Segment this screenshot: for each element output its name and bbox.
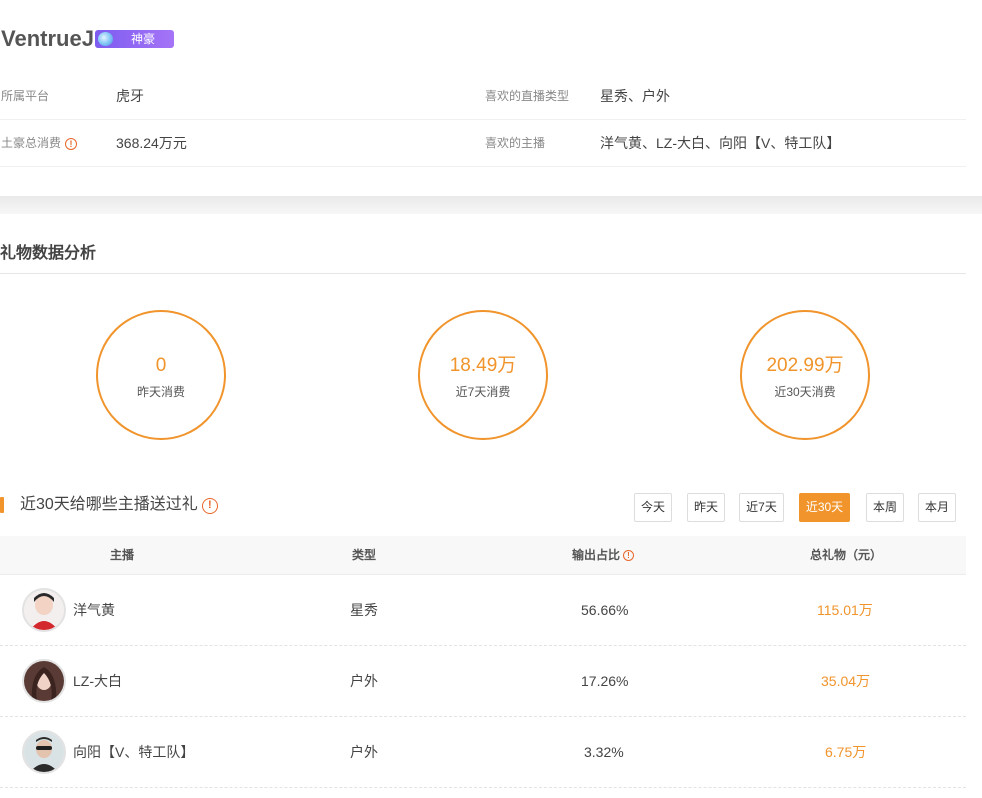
gift-list-title: 近30天给哪些主播送过礼 xyxy=(20,496,198,513)
section-marker xyxy=(0,497,4,513)
anchor-type: 星秀 xyxy=(350,602,378,618)
table-row[interactable]: LZ-大白 户外 17.26% 35.04万 xyxy=(0,646,966,717)
anchor-name[interactable]: LZ-大白 xyxy=(73,646,122,717)
col-share: 输出占比 xyxy=(572,548,621,562)
analysis-title: 礼物数据分析 xyxy=(0,245,97,262)
stat-value: 202.99万 xyxy=(766,355,844,376)
info-row-platform: 所属平台 虎牙 喜欢的直播类型 星秀、户外 xyxy=(0,73,966,120)
platform-value: 虎牙 xyxy=(116,88,144,104)
anchor-share: 17.26% xyxy=(581,673,629,689)
stat-value: 0 xyxy=(155,355,167,376)
anchor-total: 35.04万 xyxy=(821,673,871,689)
avatar[interactable] xyxy=(22,730,66,774)
fav-anchor-label: 喜欢的主播 xyxy=(485,136,546,150)
filter-30days[interactable]: 近30天 xyxy=(799,493,850,522)
table-row[interactable]: 向阳【V、特工队】 户外 3.32% 6.75万 xyxy=(0,717,966,788)
spend-value: 368.24万元 xyxy=(116,135,187,151)
profile-card: VentrueJ 神豪 所属平台 虎牙 喜欢的直播类型 星秀、户外 土豪总消费!… xyxy=(0,0,982,196)
fav-anchor-value: 洋气黄、LZ-大白、向阳【V、特工队】 xyxy=(600,135,841,151)
fav-type-value: 星秀、户外 xyxy=(600,88,670,104)
filter-7days[interactable]: 近7天 xyxy=(739,493,784,522)
gem-icon xyxy=(98,32,113,46)
anchor-type: 户外 xyxy=(350,744,378,760)
stat-yesterday: 0 昨天消费 xyxy=(96,310,226,440)
anchor-name[interactable]: 向阳【V、特工队】 xyxy=(73,717,194,788)
stat-30days: 202.99万 近30天消费 xyxy=(740,310,870,440)
anchor-total: 115.01万 xyxy=(817,602,873,618)
stat-label: 昨天消费 xyxy=(136,385,185,399)
stat-label: 近7天消费 xyxy=(455,385,511,399)
stat-7days: 18.49万 近7天消费 xyxy=(418,310,548,440)
user-name: VentrueJ xyxy=(1,26,94,51)
filter-yesterday[interactable]: 昨天 xyxy=(687,493,725,522)
anchor-name[interactable]: 洋气黄 xyxy=(73,575,115,646)
platform-label: 所属平台 xyxy=(1,89,50,103)
info-row-spend: 土豪总消费! 368.24万元 喜欢的主播 洋气黄、LZ-大白、向阳【V、特工队… xyxy=(0,120,966,167)
spend-label: 土豪总消费 xyxy=(1,136,62,150)
avatar[interactable] xyxy=(22,588,66,632)
table-row[interactable]: 洋气黄 星秀 56.66% 115.01万 xyxy=(0,575,966,646)
stat-label: 近30天消费 xyxy=(774,385,836,399)
anchor-share: 56.66% xyxy=(581,602,629,618)
rank-badge: 神豪 xyxy=(95,30,174,48)
anchor-type: 户外 xyxy=(350,673,378,689)
col-total: 总礼物（元） xyxy=(810,548,883,562)
col-type: 类型 xyxy=(352,548,377,562)
filter-this-week[interactable]: 本周 xyxy=(866,493,904,522)
col-share-wrap: 输出占比! xyxy=(572,536,635,575)
filter-this-month[interactable]: 本月 xyxy=(918,493,956,522)
col-anchor: 主播 xyxy=(110,548,135,562)
exclamation-circle-icon[interactable]: ! xyxy=(201,498,218,514)
exclamation-circle-icon[interactable]: ! xyxy=(623,550,635,562)
anchor-share: 3.32% xyxy=(584,744,624,760)
rank-badge-label: 神豪 xyxy=(131,32,156,46)
anchor-total: 6.75万 xyxy=(825,744,867,760)
avatar[interactable] xyxy=(22,659,66,703)
divider xyxy=(0,273,966,274)
fav-type-label: 喜欢的直播类型 xyxy=(485,89,570,103)
gift-list-title-wrap: 近30天给哪些主播送过礼! xyxy=(20,494,218,516)
spend-label-wrap: 土豪总消费! xyxy=(1,120,78,167)
section-divider xyxy=(0,196,982,214)
exclamation-circle-icon[interactable]: ! xyxy=(65,137,78,150)
stat-value: 18.49万 xyxy=(449,355,517,376)
table-header: 主播 类型 输出占比! 总礼物（元） xyxy=(0,536,966,575)
filter-today[interactable]: 今天 xyxy=(634,493,672,522)
